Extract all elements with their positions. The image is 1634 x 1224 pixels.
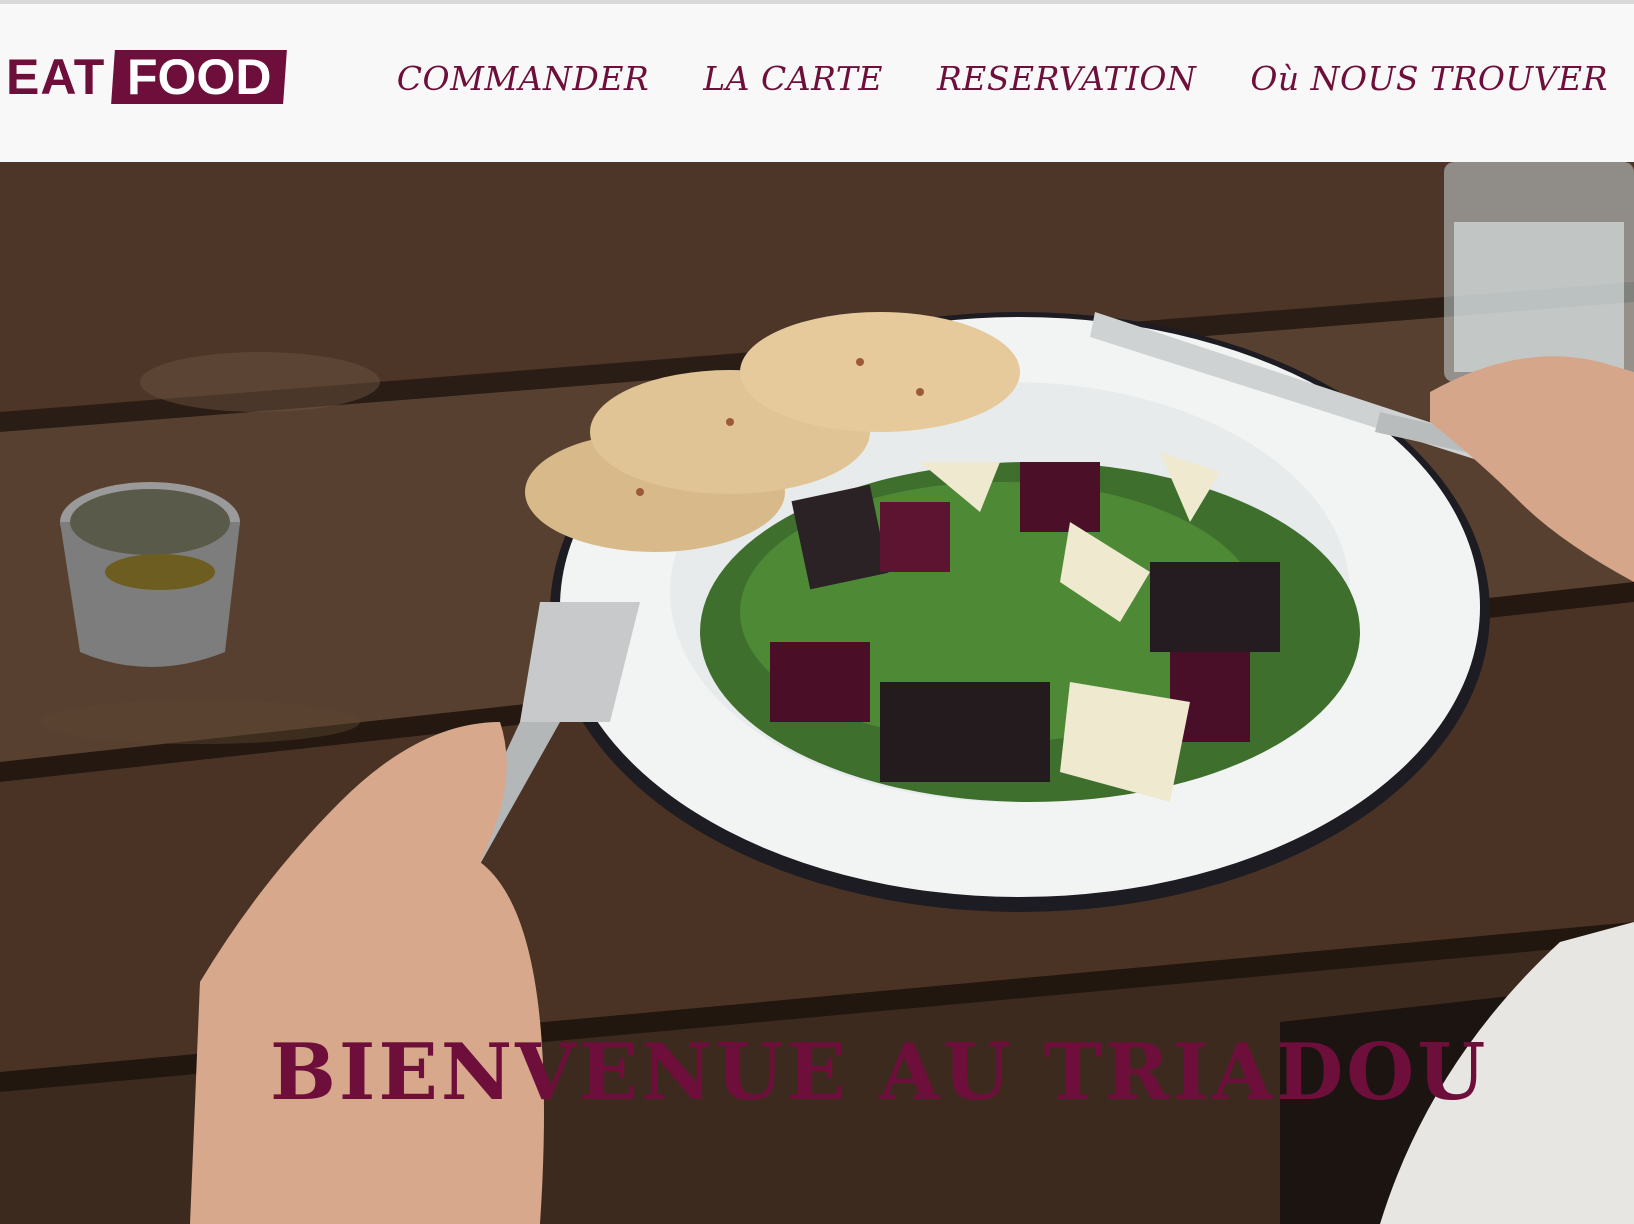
site-header: EAT FOOD COMMANDER LA CARTE RESERVATION … [0, 4, 1634, 162]
hero-banner: BIENVENUE AU TRIADOU [0, 162, 1634, 1224]
nav-item-la-carte[interactable]: LA CARTE [703, 59, 883, 98]
nav-item-commander[interactable]: COMMANDER [397, 59, 649, 98]
nav-item-nous-trouver[interactable]: Où NOUS TROUVER [1250, 59, 1608, 98]
hero-title: BIENVENUE AU TRIADOU [270, 1027, 1489, 1119]
logo-food-box: FOOD [111, 49, 288, 105]
sauce-cup [60, 482, 240, 667]
main-nav: COMMANDER LA CARTE RESERVATION Où NOUS T… [397, 48, 1608, 108]
site-logo[interactable]: EAT FOOD [6, 49, 288, 105]
nav-item-reservation[interactable]: RESERVATION [937, 59, 1196, 98]
logo-food-text: FOOD [127, 49, 272, 105]
logo-eat-text: EAT [6, 49, 106, 105]
water-glass [1444, 162, 1634, 382]
